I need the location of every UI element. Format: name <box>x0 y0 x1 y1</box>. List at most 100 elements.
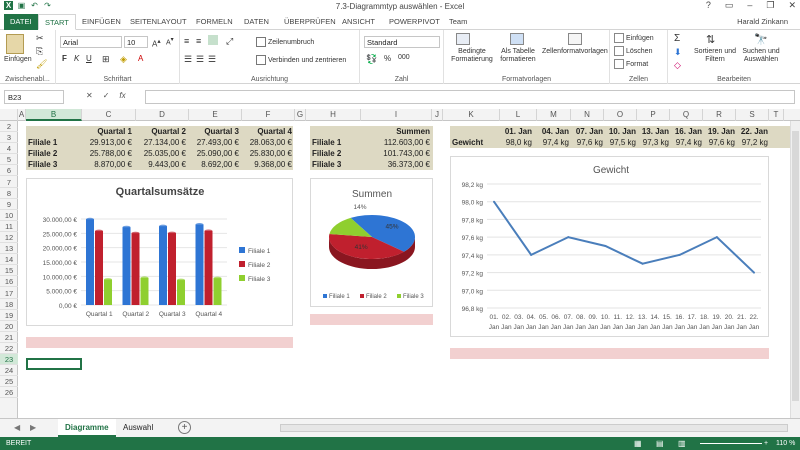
horizontal-scrollbar[interactable] <box>280 424 788 432</box>
zoom-level[interactable]: 110 % <box>776 437 795 450</box>
bar[interactable] <box>122 227 131 305</box>
column-header[interactable]: B <box>26 109 82 121</box>
help-icon[interactable]: ? <box>706 0 711 11</box>
table-cell[interactable]: 112.603,00 € <box>361 137 433 148</box>
column-header[interactable]: K <box>443 109 500 121</box>
bar[interactable] <box>204 230 213 305</box>
data-point[interactable] <box>678 253 681 256</box>
formula-input[interactable] <box>145 90 795 104</box>
bar[interactable] <box>195 224 204 305</box>
worksheet-grid[interactable]: Quartalsumsätze 0,00 € 5.000,00 € 10.000,00… <box>18 121 790 418</box>
conditional-format-button[interactable]: Bedingte Formatierung <box>448 48 496 64</box>
row-header[interactable]: 19 <box>0 310 18 321</box>
save-icon[interactable]: ▣ <box>17 1 26 10</box>
insert-cells-button[interactable]: Einfügen <box>614 33 654 43</box>
table-header[interactable]: Quartal 3 <box>189 126 242 137</box>
insert-function-icon[interactable]: fx <box>119 91 125 100</box>
table-cell[interactable]: 97,5 kg <box>604 137 639 148</box>
table-header[interactable]: 13. Jan <box>637 126 672 137</box>
redo-icon[interactable]: ↷ <box>43 1 52 10</box>
column-header[interactable]: Q <box>670 109 703 121</box>
row-header[interactable]: 20 <box>0 321 18 332</box>
bar-chart[interactable]: Quartalsumsätze 0,00 € 5.000,00 € 10.000,00… <box>26 178 293 326</box>
table-cell[interactable]: 97,4 kg <box>537 137 572 148</box>
minimize-icon[interactable]: – <box>747 0 752 11</box>
table-cell[interactable]: 8.870,00 € <box>82 159 135 170</box>
sheet-tab-diagramme[interactable]: Diagramme <box>58 419 116 437</box>
row-header[interactable]: 16 <box>0 276 18 288</box>
tab-start[interactable]: START <box>38 14 76 30</box>
thousands-button[interactable]: 000 <box>398 54 410 61</box>
cell-styles-button[interactable]: Zellenformatvorlagen <box>542 48 608 55</box>
row-header[interactable]: 3 <box>0 132 18 144</box>
data-point[interactable] <box>567 236 570 239</box>
table-header[interactable]: 01. Jan <box>500 126 535 137</box>
orientation-icon[interactable]: ⤢ <box>226 36 233 47</box>
select-all-button[interactable] <box>0 109 18 121</box>
bar[interactable] <box>131 233 140 305</box>
table-cell[interactable]: 97,4 kg <box>670 137 705 148</box>
tab-daten[interactable]: DATEN <box>238 14 275 30</box>
row-header[interactable]: 2 <box>0 121 18 133</box>
tab-einfuegen[interactable]: EINFÜGEN <box>76 14 127 30</box>
row-header[interactable]: 23 <box>0 354 18 366</box>
line-chart[interactable]: Gewicht 96,8 kg 97,0 kg 97,2 kg 97,4 kg 97,6 … <box>450 156 769 337</box>
column-header[interactable]: N <box>571 109 604 121</box>
table-cell[interactable]: 27.493,00 € <box>189 137 242 148</box>
column-header[interactable]: R <box>703 109 736 121</box>
row-header[interactable]: 11 <box>0 221 18 232</box>
row-header[interactable]: 26 <box>0 387 18 399</box>
bar[interactable] <box>213 278 222 305</box>
data-point[interactable] <box>604 245 607 247</box>
table-cell[interactable]: 98,0 kg <box>500 137 535 148</box>
row-header[interactable]: 21 <box>0 332 18 343</box>
bar[interactable] <box>140 277 149 305</box>
table-cell[interactable]: 28.063,00 € <box>242 137 295 148</box>
align-bottom-icon[interactable] <box>208 35 218 45</box>
data-point[interactable] <box>715 236 718 239</box>
row-header[interactable]: 24 <box>0 365 18 377</box>
tab-seitenlayout[interactable]: SEITENLAYOUT <box>124 14 193 30</box>
align-middle-icon[interactable]: ≡ <box>196 36 201 46</box>
table-cell[interactable]: 29.913,00 € <box>82 137 135 148</box>
table-header[interactable]: Quartal 2 <box>136 126 189 137</box>
format-cells-button[interactable]: Format <box>614 59 648 69</box>
column-header[interactable]: H <box>306 109 361 121</box>
prev-sheet-icon[interactable]: ◀ <box>14 423 20 432</box>
row-label[interactable]: Filiale 1 <box>26 137 82 148</box>
row-header[interactable]: 18 <box>0 299 18 310</box>
data-point[interactable] <box>641 262 644 265</box>
table-cell[interactable]: 25.830,00 € <box>242 148 295 159</box>
name-box[interactable]: B23 <box>4 90 64 104</box>
table-cell[interactable]: 9.443,00 € <box>136 159 189 170</box>
tab-powerpivot[interactable]: POWERPIVOT <box>383 14 446 30</box>
tab-formeln[interactable]: FORMELN <box>190 14 239 30</box>
column-header[interactable]: G <box>295 109 306 121</box>
fill-icon[interactable]: ⬇ <box>674 47 682 58</box>
table-cell[interactable]: 97,6 kg <box>703 137 738 148</box>
clear-icon[interactable]: ◇ <box>674 60 681 71</box>
data-point[interactable] <box>530 253 533 256</box>
vertical-scrollbar[interactable] <box>790 121 800 418</box>
zoom-slider[interactable] <box>700 443 762 444</box>
row-header[interactable]: 6 <box>0 165 18 177</box>
align-top-icon[interactable]: ≡ <box>184 36 189 46</box>
underline-button[interactable]: U <box>86 54 92 63</box>
page-break-icon[interactable]: ▥ <box>678 437 686 450</box>
bar[interactable] <box>177 280 185 305</box>
scroll-thumb[interactable] <box>792 131 799 401</box>
column-header[interactable]: P <box>637 109 670 121</box>
cut-icon[interactable]: ✂ <box>36 33 44 44</box>
column-header[interactable]: I <box>361 109 432 121</box>
table-cell[interactable]: 97,2 kg <box>736 137 771 148</box>
percent-button[interactable]: % <box>384 54 391 63</box>
wrap-text-button[interactable]: Zeilenumbruch <box>256 37 314 47</box>
fill-color-icon[interactable]: ◈ <box>120 54 127 65</box>
row-label[interactable]: Filiale 2 <box>26 148 82 159</box>
page-layout-icon[interactable]: ▤ <box>656 437 664 450</box>
table-header[interactable]: 10. Jan <box>604 126 639 137</box>
row-header[interactable]: 5 <box>0 154 18 166</box>
normal-view-icon[interactable]: ▦ <box>634 437 642 450</box>
table-cell[interactable]: 36.373,00 € <box>361 159 433 170</box>
close-icon[interactable]: ✕ <box>788 0 796 11</box>
